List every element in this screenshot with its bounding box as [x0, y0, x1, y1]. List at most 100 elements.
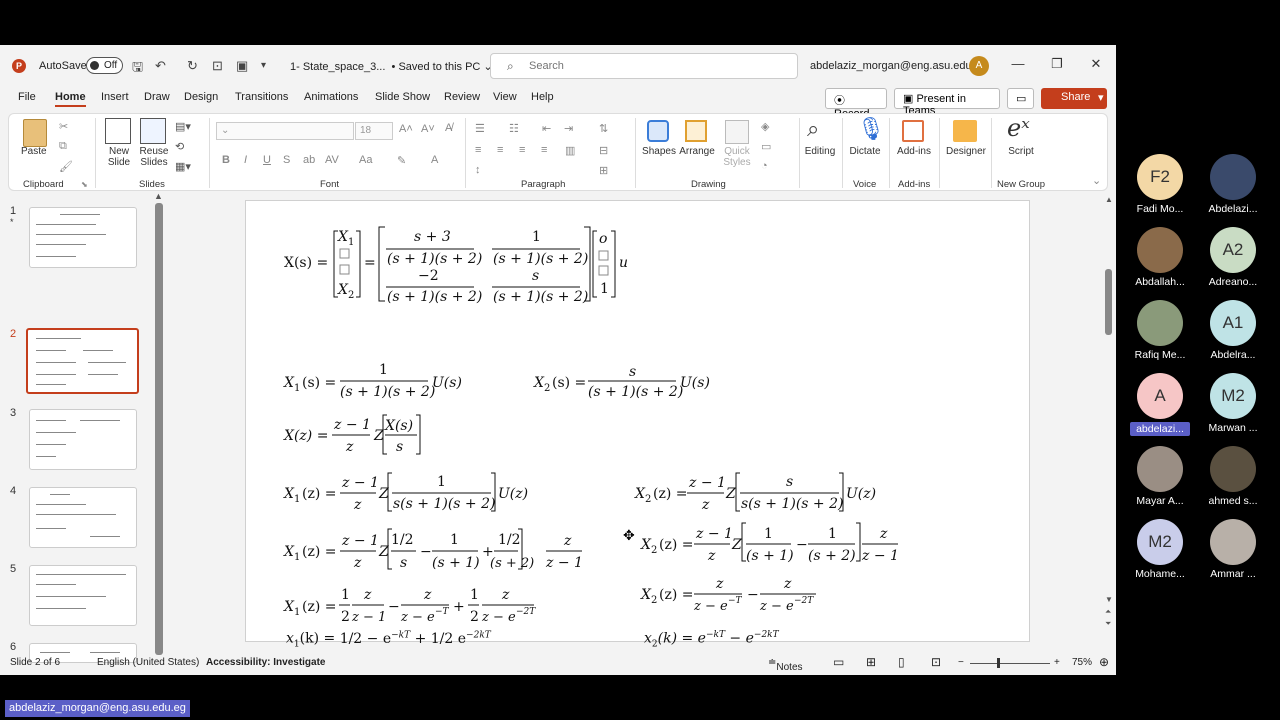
slideshow-view-icon[interactable]: ⊡ [931, 655, 941, 669]
tab-review[interactable]: Review [444, 91, 480, 103]
highlight-icon[interactable]: ✎ [397, 154, 406, 167]
user-avatar[interactable]: A [969, 56, 989, 76]
slide-thumbnail-4[interactable] [29, 487, 137, 548]
decrease-indent-icon[interactable]: ⇤ [542, 122, 551, 135]
tab-animations[interactable]: Animations [304, 91, 358, 103]
section-icon[interactable]: ▦▾ [175, 160, 191, 173]
notes-button[interactable]: ≐ Notes [768, 657, 803, 673]
present-in-teams-button[interactable]: ▣ Present in Teams [894, 88, 1000, 117]
participant-tile[interactable]: A1 Abdelra... [1203, 300, 1263, 361]
clipboard-launcher-icon[interactable]: ⬊ [81, 180, 88, 189]
record-button[interactable]: ⦿ Record [825, 88, 887, 120]
script-icon[interactable]: eˣ [1007, 114, 1030, 142]
file-name[interactable]: 1- State_space_3... • Saved to this PC ⌄ [290, 60, 493, 73]
tab-insert[interactable]: Insert [101, 91, 129, 103]
dictate-button[interactable]: Dictate [847, 146, 883, 157]
quick-styles-icon[interactable] [725, 120, 749, 144]
restore-icon[interactable]: ❐ [1047, 56, 1067, 72]
scroll-up-icon[interactable]: ▲ [1105, 195, 1113, 204]
columns-icon[interactable]: ▥ [565, 144, 575, 157]
participant-tile[interactable]: M2 Mohame... [1130, 519, 1190, 580]
copy-icon[interactable]: ⧉ [59, 140, 67, 153]
slide-thumbnail-5[interactable] [29, 565, 137, 626]
participant-tile[interactable]: M2 Marwan ... [1203, 373, 1263, 434]
slide-thumbnail-1[interactable] [29, 207, 137, 268]
participant-tile[interactable]: ahmed s... [1203, 446, 1263, 507]
close-icon[interactable]: ✕ [1086, 56, 1106, 72]
zoom-out-icon[interactable]: − [958, 657, 964, 668]
underline-icon[interactable]: U [263, 154, 271, 166]
arrange-button[interactable]: Arrange [677, 146, 717, 157]
change-case-icon[interactable]: Aa [359, 154, 372, 166]
shadow-icon[interactable]: ab [303, 154, 315, 166]
participant-tile[interactable]: Aabdelazi... [1130, 373, 1190, 436]
paste-button[interactable]: Paste [21, 146, 47, 157]
accessibility-status[interactable]: Accessibility: Investigate [206, 657, 326, 668]
addins-icon[interactable] [902, 120, 924, 142]
shape-outline-icon[interactable]: ▭ [761, 140, 771, 153]
reading-view-icon[interactable]: ▯ [898, 655, 905, 669]
addins-button[interactable]: Add-ins [893, 146, 935, 157]
search-box[interactable]: ⌕ [490, 53, 798, 79]
tab-help[interactable]: Help [531, 91, 554, 103]
new-slide-button[interactable]: New Slide [102, 146, 136, 168]
tab-slide-show[interactable]: Slide Show [375, 91, 430, 103]
reuse-slides-icon[interactable] [140, 118, 166, 144]
paste-icon[interactable] [23, 119, 47, 147]
tab-draw[interactable]: Draw [144, 91, 170, 103]
scroll-thumb[interactable] [1105, 269, 1112, 335]
share-button[interactable]: Share ▾ [1041, 88, 1107, 109]
language[interactable]: English (United States) [97, 657, 199, 668]
scroll-up-icon[interactable]: ▲ [154, 191, 163, 201]
designer-button[interactable]: Designer [944, 146, 988, 157]
zoom-slider-thumb[interactable] [997, 658, 1000, 668]
quick-styles-button[interactable]: Quick Styles [719, 146, 755, 168]
editing-button[interactable]: Editing [803, 146, 837, 157]
font-color-icon[interactable]: A [431, 154, 438, 166]
slide-scrollbar[interactable]: ▲ ▼ ⏶ ⏷ [1104, 195, 1114, 635]
new-slide-icon[interactable] [105, 118, 131, 144]
user-email[interactable]: abdelaziz_morgan@eng.asu.edu.eg [810, 60, 987, 72]
shape-effects-icon[interactable]: ◔ [761, 160, 768, 172]
microphone-icon[interactable]: 🎙 [857, 116, 885, 142]
align-right-icon[interactable]: ≡ [519, 144, 525, 156]
slide-sorter-icon[interactable]: ⊞ [866, 655, 876, 669]
slide-info[interactable]: Slide 2 of 6 [10, 657, 60, 668]
reset-icon[interactable]: ⟲ [175, 140, 184, 153]
align-text-icon[interactable]: ⊟ [599, 144, 608, 157]
participant-tile[interactable]: Abdallah... [1130, 227, 1190, 288]
smartart-icon[interactable]: ⊞ [599, 164, 608, 177]
next-slide-icon[interactable]: ⏷ [1105, 619, 1111, 629]
normal-view-icon[interactable]: ▭ [833, 655, 844, 669]
bold-icon[interactable]: B [222, 154, 230, 166]
slide-canvas[interactable]: X(s) = X1 X2 = s + 3 (s + 1)(s + 2) 1 (s… [245, 200, 1030, 649]
line-spacing-icon[interactable]: ↕ [475, 164, 481, 176]
slide-thumbnail-2[interactable] [26, 328, 139, 394]
char-spacing-icon[interactable]: AV [325, 154, 339, 166]
cut-icon[interactable]: ✂ [59, 120, 68, 133]
arrange-icon[interactable] [685, 120, 707, 142]
clear-format-icon[interactable]: A̸ [445, 122, 452, 134]
slideshow-icon[interactable]: ▣ [236, 58, 248, 74]
increase-font-icon[interactable]: A˄ [399, 123, 413, 135]
align-left-icon[interactable]: ≡ [475, 144, 481, 156]
strikethrough-icon[interactable]: S [283, 154, 290, 166]
numbering-icon[interactable]: ☷ [509, 122, 519, 135]
autosave-toggle[interactable]: Off [86, 57, 123, 74]
italic-icon[interactable]: I [244, 154, 247, 166]
font-size-box[interactable]: 18 [355, 122, 393, 140]
find-icon[interactable]: ⌕ [807, 116, 819, 142]
thumbnail-scrollbar[interactable] [155, 203, 163, 655]
reuse-slides-button[interactable]: Reuse Slides [137, 146, 171, 168]
justify-icon[interactable]: ≡ [541, 144, 547, 156]
zoom-level[interactable]: 75% [1072, 657, 1092, 668]
fit-to-window-icon[interactable]: ⊕ [1099, 655, 1109, 669]
tab-view[interactable]: View [493, 91, 517, 103]
undo-icon[interactable]: ↶ [155, 58, 166, 74]
prev-slide-icon[interactable]: ⏶ [1105, 607, 1111, 617]
redo-icon[interactable]: ↻ [187, 58, 198, 74]
designer-icon[interactable] [953, 120, 977, 142]
tab-transitions[interactable]: Transitions [235, 91, 288, 103]
participant-tile[interactable]: Rafiq Me... [1130, 300, 1190, 361]
layout-icon[interactable]: ▤▾ [175, 120, 191, 133]
